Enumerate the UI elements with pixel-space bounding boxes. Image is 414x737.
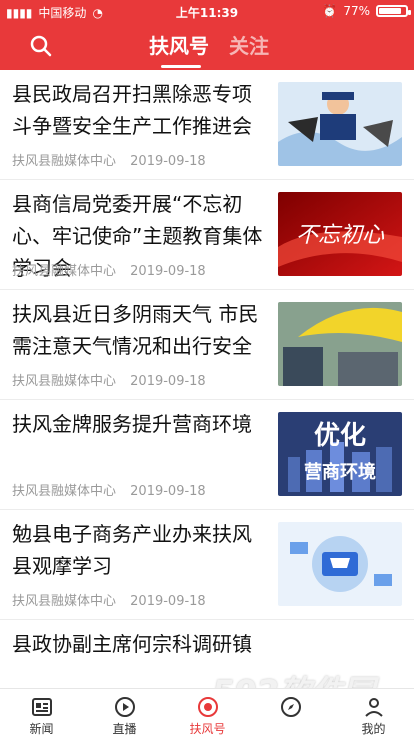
nav-label: 扶风号 — [189, 722, 226, 736]
police-cartoon-image — [278, 82, 402, 166]
article-date: 2019-09-18 — [130, 264, 206, 279]
article-source: 扶风县融媒体中心 — [12, 374, 117, 389]
article-title: 县政协副主席何宗科调研镇 — [12, 632, 252, 656]
article-date: 2019-09-18 — [130, 374, 206, 389]
article-meta: 扶风县融媒体中心 2019-09-18 — [12, 260, 216, 279]
article-row[interactable]: 勉县电子商务产业办来扶风县观摩学习 扶风县融媒体中心 2019-09-18 — [0, 510, 414, 620]
fufeng-icon — [196, 695, 220, 719]
banner-text: 优化 — [314, 421, 366, 451]
article-source: 扶风县融媒体中心 — [12, 264, 117, 279]
article-row[interactable]: 扶风金牌服务提升营商环境 扶风县融媒体中心 2019-09-18 优化 营商环境 — [0, 400, 414, 510]
article-list: 县民政局召开扫黑除恶专项斗争暨安全生产工作推进会 扶风县融媒体中心 2019-0… — [0, 70, 414, 688]
article-date: 2019-09-18 — [130, 594, 206, 609]
battery-level — [379, 8, 401, 14]
article-source: 扶风县融媒体中心 — [12, 154, 117, 169]
article-date: 2019-09-18 — [130, 154, 206, 169]
nav-label: 新闻 — [29, 722, 54, 736]
article-row[interactable]: 县政协副主席何宗科调研镇 — [0, 620, 414, 688]
profile-icon — [362, 695, 386, 719]
status-bar: ▮▮▮▮ 中国移动 ◔ 上午11:39 ⏰ 77% — [0, 0, 414, 22]
article-source: 扶风县融媒体中心 — [12, 484, 117, 499]
tab-follow[interactable]: 关注 — [229, 30, 269, 59]
nav-label: 直播 — [112, 722, 137, 736]
discover-icon — [279, 695, 303, 719]
play-icon — [113, 695, 137, 719]
top-header: 扶风号 关注 — [0, 22, 414, 70]
nav-live[interactable]: 直播 — [83, 689, 166, 737]
article-meta: 扶风县融媒体中心 2019-09-18 — [12, 370, 216, 389]
bottom-nav: 新闻 直播 扶风号 我的 — [0, 688, 414, 737]
rain-umbrella-image — [278, 302, 402, 386]
article-meta: 扶风县融媒体中心 2019-09-18 — [12, 150, 216, 169]
nav-fufeng[interactable]: 扶风号 — [166, 689, 249, 737]
article-title: 扶风县近日多阴雨天气 市民需注意天气情况和出行安全 — [12, 302, 259, 358]
search-icon[interactable] — [26, 31, 56, 61]
article-title: 勉县电子商务产业办来扶风县观摩学习 — [12, 522, 252, 578]
red-banner-image: 不忘初心 — [278, 192, 402, 276]
banner-subtext: 营商环境 — [304, 461, 376, 483]
ecommerce-image — [278, 522, 402, 606]
battery-percent: 77% — [343, 4, 370, 18]
news-icon — [30, 695, 54, 719]
nav-profile[interactable]: 我的 — [332, 689, 414, 737]
tab-fufeng[interactable]: 扶风号 — [149, 30, 209, 59]
article-row[interactable]: 扶风县近日多阴雨天气 市民需注意天气情况和出行安全 扶风县融媒体中心 2019-… — [0, 290, 414, 400]
article-meta: 扶风县融媒体中心 2019-09-18 — [12, 480, 216, 499]
article-row[interactable]: 县商信局党委开展“不忘初心、牢记使命”主题教育集体学习会 扶风县融媒体中心 20… — [0, 180, 414, 290]
city-banner-image: 优化 营商环境 — [278, 412, 402, 496]
alarm-icon: ⏰ — [322, 4, 338, 18]
article-meta: 扶风县融媒体中心 2019-09-18 — [12, 590, 216, 609]
status-right: ⏰ 77% — [322, 4, 411, 18]
nav-discover[interactable] — [249, 689, 332, 737]
active-tab-indicator — [161, 65, 201, 68]
article-title: 县民政局召开扫黑除恶专项斗争暨安全生产工作推进会 — [12, 82, 252, 138]
article-source: 扶风县融媒体中心 — [12, 594, 117, 609]
banner-text: 不忘初心 — [296, 223, 385, 248]
article-row[interactable]: 县民政局召开扫黑除恶专项斗争暨安全生产工作推进会 扶风县融媒体中心 2019-0… — [0, 70, 414, 180]
article-date: 2019-09-18 — [130, 484, 206, 499]
nav-label: 我的 — [361, 722, 386, 736]
battery-icon — [376, 5, 411, 17]
article-title: 扶风金牌服务提升营商环境 — [12, 412, 252, 436]
nav-news[interactable]: 新闻 — [0, 689, 83, 737]
